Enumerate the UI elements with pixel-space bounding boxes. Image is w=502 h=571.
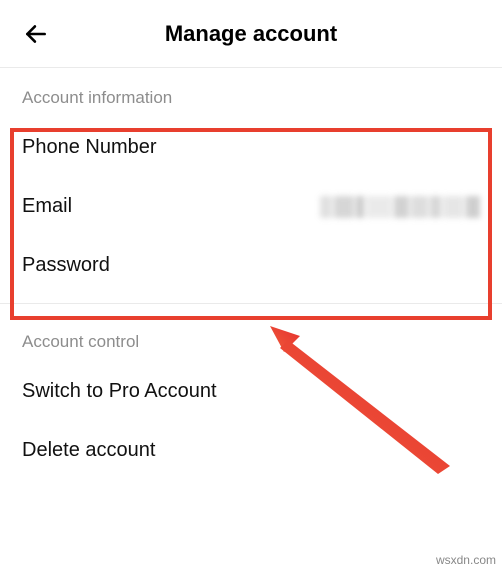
row-switch-pro[interactable]: Switch to Pro Account (0, 362, 502, 421)
switch-pro-label: Switch to Pro Account (22, 380, 217, 403)
divider (0, 303, 502, 304)
row-email[interactable]: Email (0, 177, 502, 236)
email-label: Email (22, 195, 72, 218)
phone-number-label: Phone Number (22, 136, 157, 159)
watermark: wsxdn.com (436, 553, 496, 567)
delete-account-label: Delete account (22, 439, 155, 462)
section-header-account-info: Account information (0, 68, 502, 118)
header-bar: Manage account (0, 0, 502, 68)
row-delete-account[interactable]: Delete account (0, 421, 502, 480)
section-header-account-control: Account control (0, 312, 502, 362)
password-label: Password (22, 254, 110, 277)
page-title: Manage account (18, 21, 484, 47)
row-phone-number[interactable]: Phone Number (0, 118, 502, 177)
email-value-redacted (320, 196, 480, 218)
row-password[interactable]: Password (0, 236, 502, 295)
